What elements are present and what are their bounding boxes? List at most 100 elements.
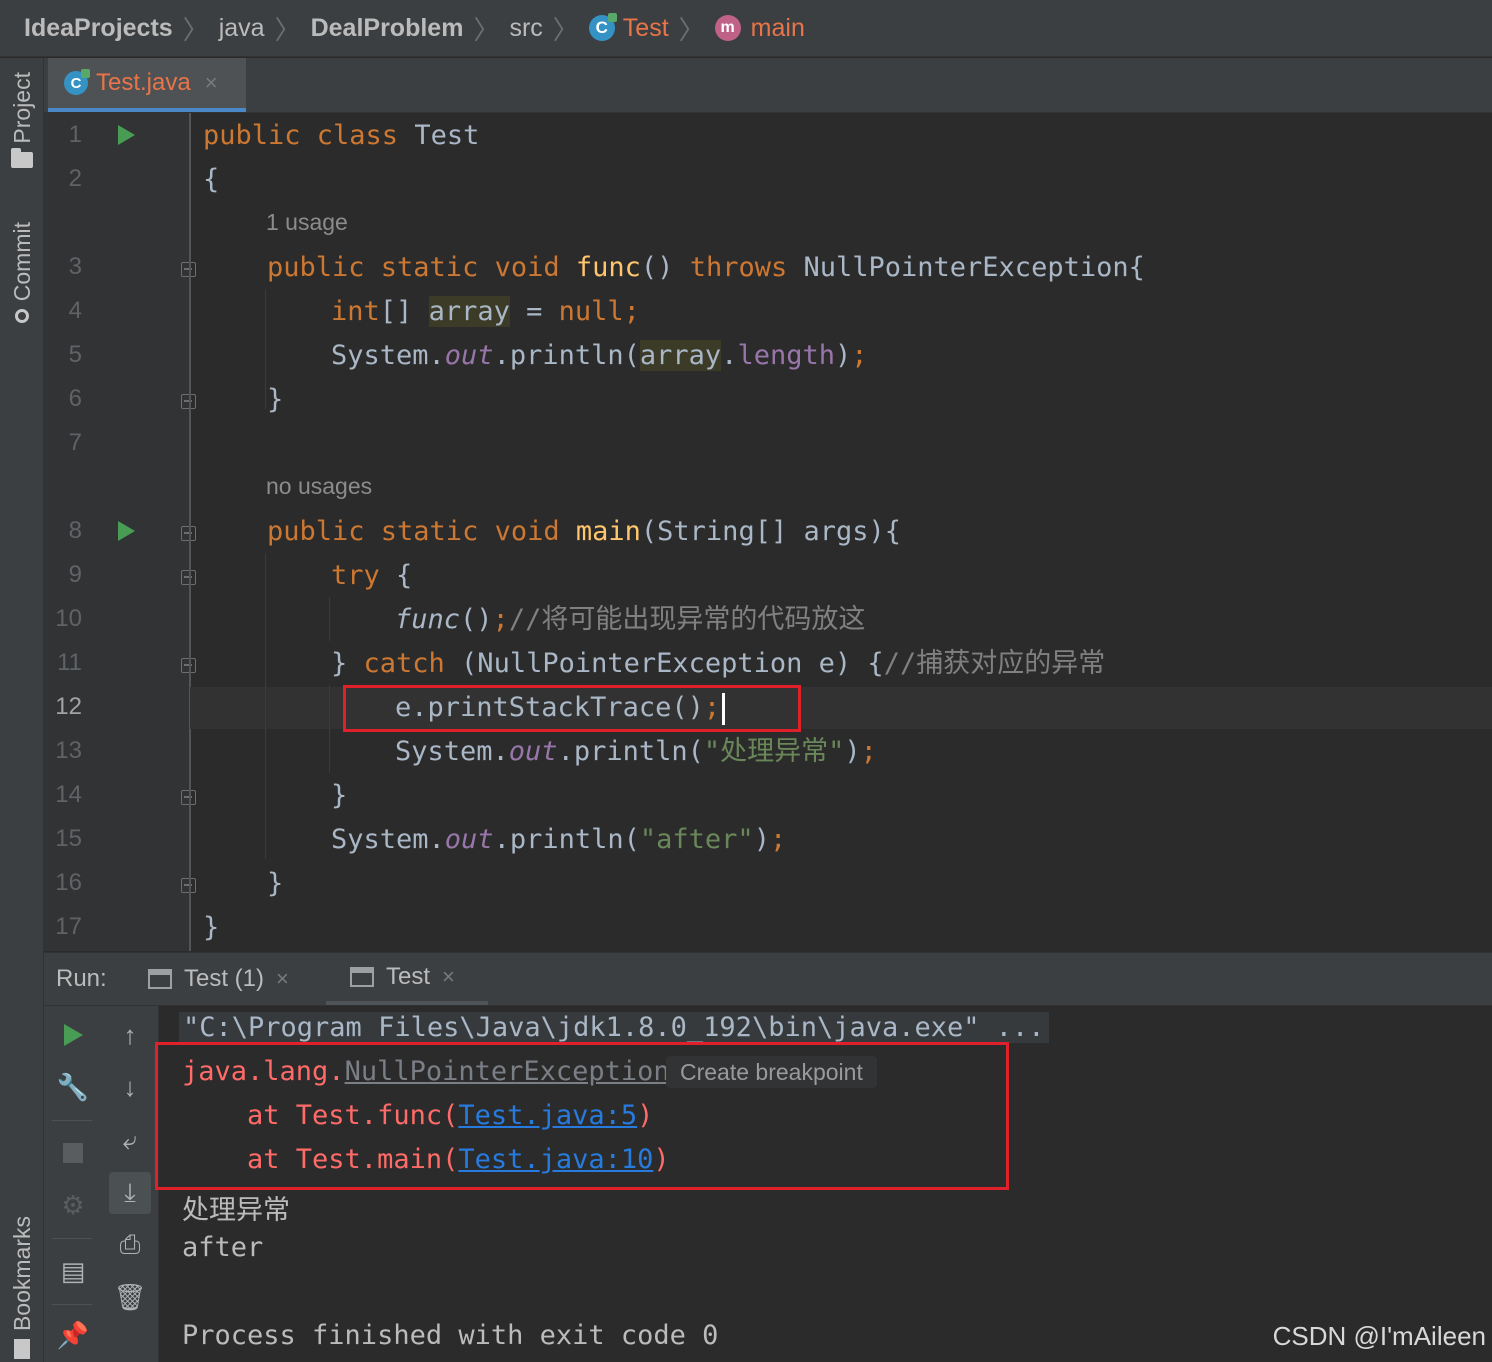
run-main-icon[interactable]	[118, 521, 135, 541]
line-number: 15	[55, 825, 82, 852]
pin-tab-button[interactable]: 📌	[52, 1314, 94, 1356]
indent-guide	[265, 289, 266, 409]
usage-hint[interactable]: 1 usage	[266, 209, 348, 236]
identifier: System.	[395, 736, 509, 767]
keyword: int	[331, 296, 380, 327]
brace: }	[331, 648, 364, 679]
project-tool-tab[interactable]: Project	[2, 72, 42, 168]
tab-test-java[interactable]: C Test.java ×	[48, 58, 246, 112]
project-tab-label: Project	[8, 72, 35, 144]
breadcrumb-java[interactable]: java	[219, 14, 265, 43]
rerun-button[interactable]	[52, 1014, 94, 1056]
breadcrumb-src[interactable]: src	[509, 14, 542, 43]
keyword: null	[558, 296, 624, 327]
watermark: CSDN @I'mAileen	[1272, 1321, 1486, 1351]
static-field: out	[444, 824, 494, 855]
up-stack-trace-button[interactable]: ↑	[109, 1014, 151, 1056]
breadcrumb-ideaprojects[interactable]: IdeaProjects	[24, 14, 173, 43]
brace: }	[203, 912, 220, 943]
line-number: 5	[68, 341, 82, 368]
indent-guide	[329, 685, 330, 773]
code-line-5: System.out.println(array.length);	[331, 334, 868, 378]
indent-guide	[265, 553, 266, 859]
semicolon: ;	[769, 824, 787, 855]
gutter-divider	[189, 113, 191, 951]
keyword: throws	[689, 252, 788, 283]
toolbar-divider	[52, 1120, 92, 1121]
console-icon	[350, 967, 374, 987]
editor-gutter: 1 2 3 4 5 6 7 8 9 10 11 12 13 14 15 16 1…	[44, 113, 196, 951]
toolbar-divider	[52, 1238, 92, 1239]
code-line-13: System.out.println("处理异常");	[395, 730, 877, 774]
scroll-to-end-button[interactable]: ⤓	[109, 1172, 151, 1214]
command-line: "C:\Program Files\Java\jdk1.8.0_192\bin\…	[179, 1012, 1049, 1043]
commit-tool-tab[interactable]: Commit	[2, 222, 42, 324]
method-call: .println(	[493, 824, 640, 855]
run-console[interactable]: "C:\Program Files\Java\jdk1.8.0_192\bin\…	[155, 1006, 1492, 1362]
breadcrumb-label: java	[218, 13, 265, 42]
gear-icon: ⚙	[61, 1189, 85, 1220]
breadcrumb-dealproblem[interactable]: DealProblem	[311, 14, 464, 43]
line-number: 9	[68, 561, 82, 588]
output-line: 处理异常	[182, 1195, 290, 1226]
method-name: func	[575, 252, 641, 283]
bookmarks-tool-tab[interactable]: Bookmarks	[2, 1216, 42, 1360]
toolbar-divider	[52, 1304, 92, 1305]
code-line-14: }	[331, 774, 347, 818]
debug-settings-button[interactable]: ⚙	[52, 1184, 94, 1226]
brackets: []	[379, 296, 429, 327]
wrench-icon: 🔧	[56, 1071, 90, 1102]
usage-hint[interactable]: no usages	[266, 473, 372, 500]
line-number: 14	[55, 781, 82, 808]
print-button[interactable]: ⎙	[109, 1224, 151, 1266]
breadcrumb-label: DealProblem	[310, 13, 464, 42]
close-icon[interactable]: ×	[205, 70, 218, 96]
method-call: .println(	[557, 736, 704, 767]
run-tab-test-1[interactable]: Test (1) ×	[148, 953, 289, 1005]
line-number: 11	[57, 649, 82, 676]
method-call: .println(	[493, 340, 640, 371]
run-class-icon[interactable]	[118, 125, 135, 145]
close-icon[interactable]: ×	[276, 966, 289, 992]
code-line-9: try {	[331, 554, 412, 598]
bookmark-icon	[14, 1339, 30, 1360]
keyword: public static void	[267, 252, 560, 283]
navigation-breadcrumb: IdeaProjects 〉 java 〉 DealProblem 〉 src …	[0, 0, 1492, 57]
method-call: func	[395, 604, 461, 635]
modify-run-config-button[interactable]: 🔧	[52, 1066, 94, 1108]
string-literal: "after"	[639, 824, 754, 855]
run-tab-label: Test	[386, 963, 431, 990]
stop-button[interactable]	[52, 1132, 94, 1174]
commit-icon	[15, 309, 29, 324]
brace: }	[331, 780, 348, 811]
brace: {	[379, 560, 413, 591]
code-line-1: public class Test	[203, 114, 479, 158]
semicolon: ;	[851, 340, 868, 371]
chevron-right-icon: 〉	[473, 14, 500, 45]
code-line-16: }	[267, 862, 283, 906]
run-tab-test[interactable]: Test ×	[326, 953, 488, 1005]
breadcrumb-label: IdeaProjects	[24, 13, 173, 42]
code-line-17: }	[203, 906, 219, 950]
run-toolbar-primary: 🔧 ⚙ ▤ 📌	[44, 1006, 101, 1362]
process-finished-line: Process finished with exit code 0	[182, 1320, 719, 1351]
code-line-8: public static void main(String[] args){	[267, 510, 901, 554]
keyword: try	[331, 560, 380, 591]
breadcrumb-label: src	[509, 13, 543, 42]
run-toolbar-secondary: ↑ ↓ ⤶ ⤓ ⎙ 🗑	[101, 1006, 159, 1362]
operator: =	[509, 296, 559, 327]
close-icon[interactable]: ×	[442, 964, 455, 990]
parens: ()	[460, 604, 493, 635]
clear-all-button[interactable]: 🗑	[109, 1276, 151, 1318]
code-editor[interactable]: 1 2 3 4 5 6 7 8 9 10 11 12 13 14 15 16 1…	[44, 113, 1492, 951]
breadcrumb-main-method[interactable]: m main	[714, 14, 805, 43]
line-number: 4	[68, 297, 82, 324]
restore-layout-button[interactable]: ▤	[52, 1250, 94, 1292]
code-line-6: }	[267, 378, 283, 422]
breadcrumb-test-class[interactable]: C Test	[588, 13, 669, 43]
line-number: 13	[55, 737, 82, 764]
editor-tab-bar: C Test.java ×	[44, 58, 1492, 113]
soft-wrap-button[interactable]: ⤶	[109, 1120, 151, 1162]
java-class-icon: C	[588, 13, 617, 41]
down-stack-trace-button[interactable]: ↓	[109, 1066, 151, 1108]
